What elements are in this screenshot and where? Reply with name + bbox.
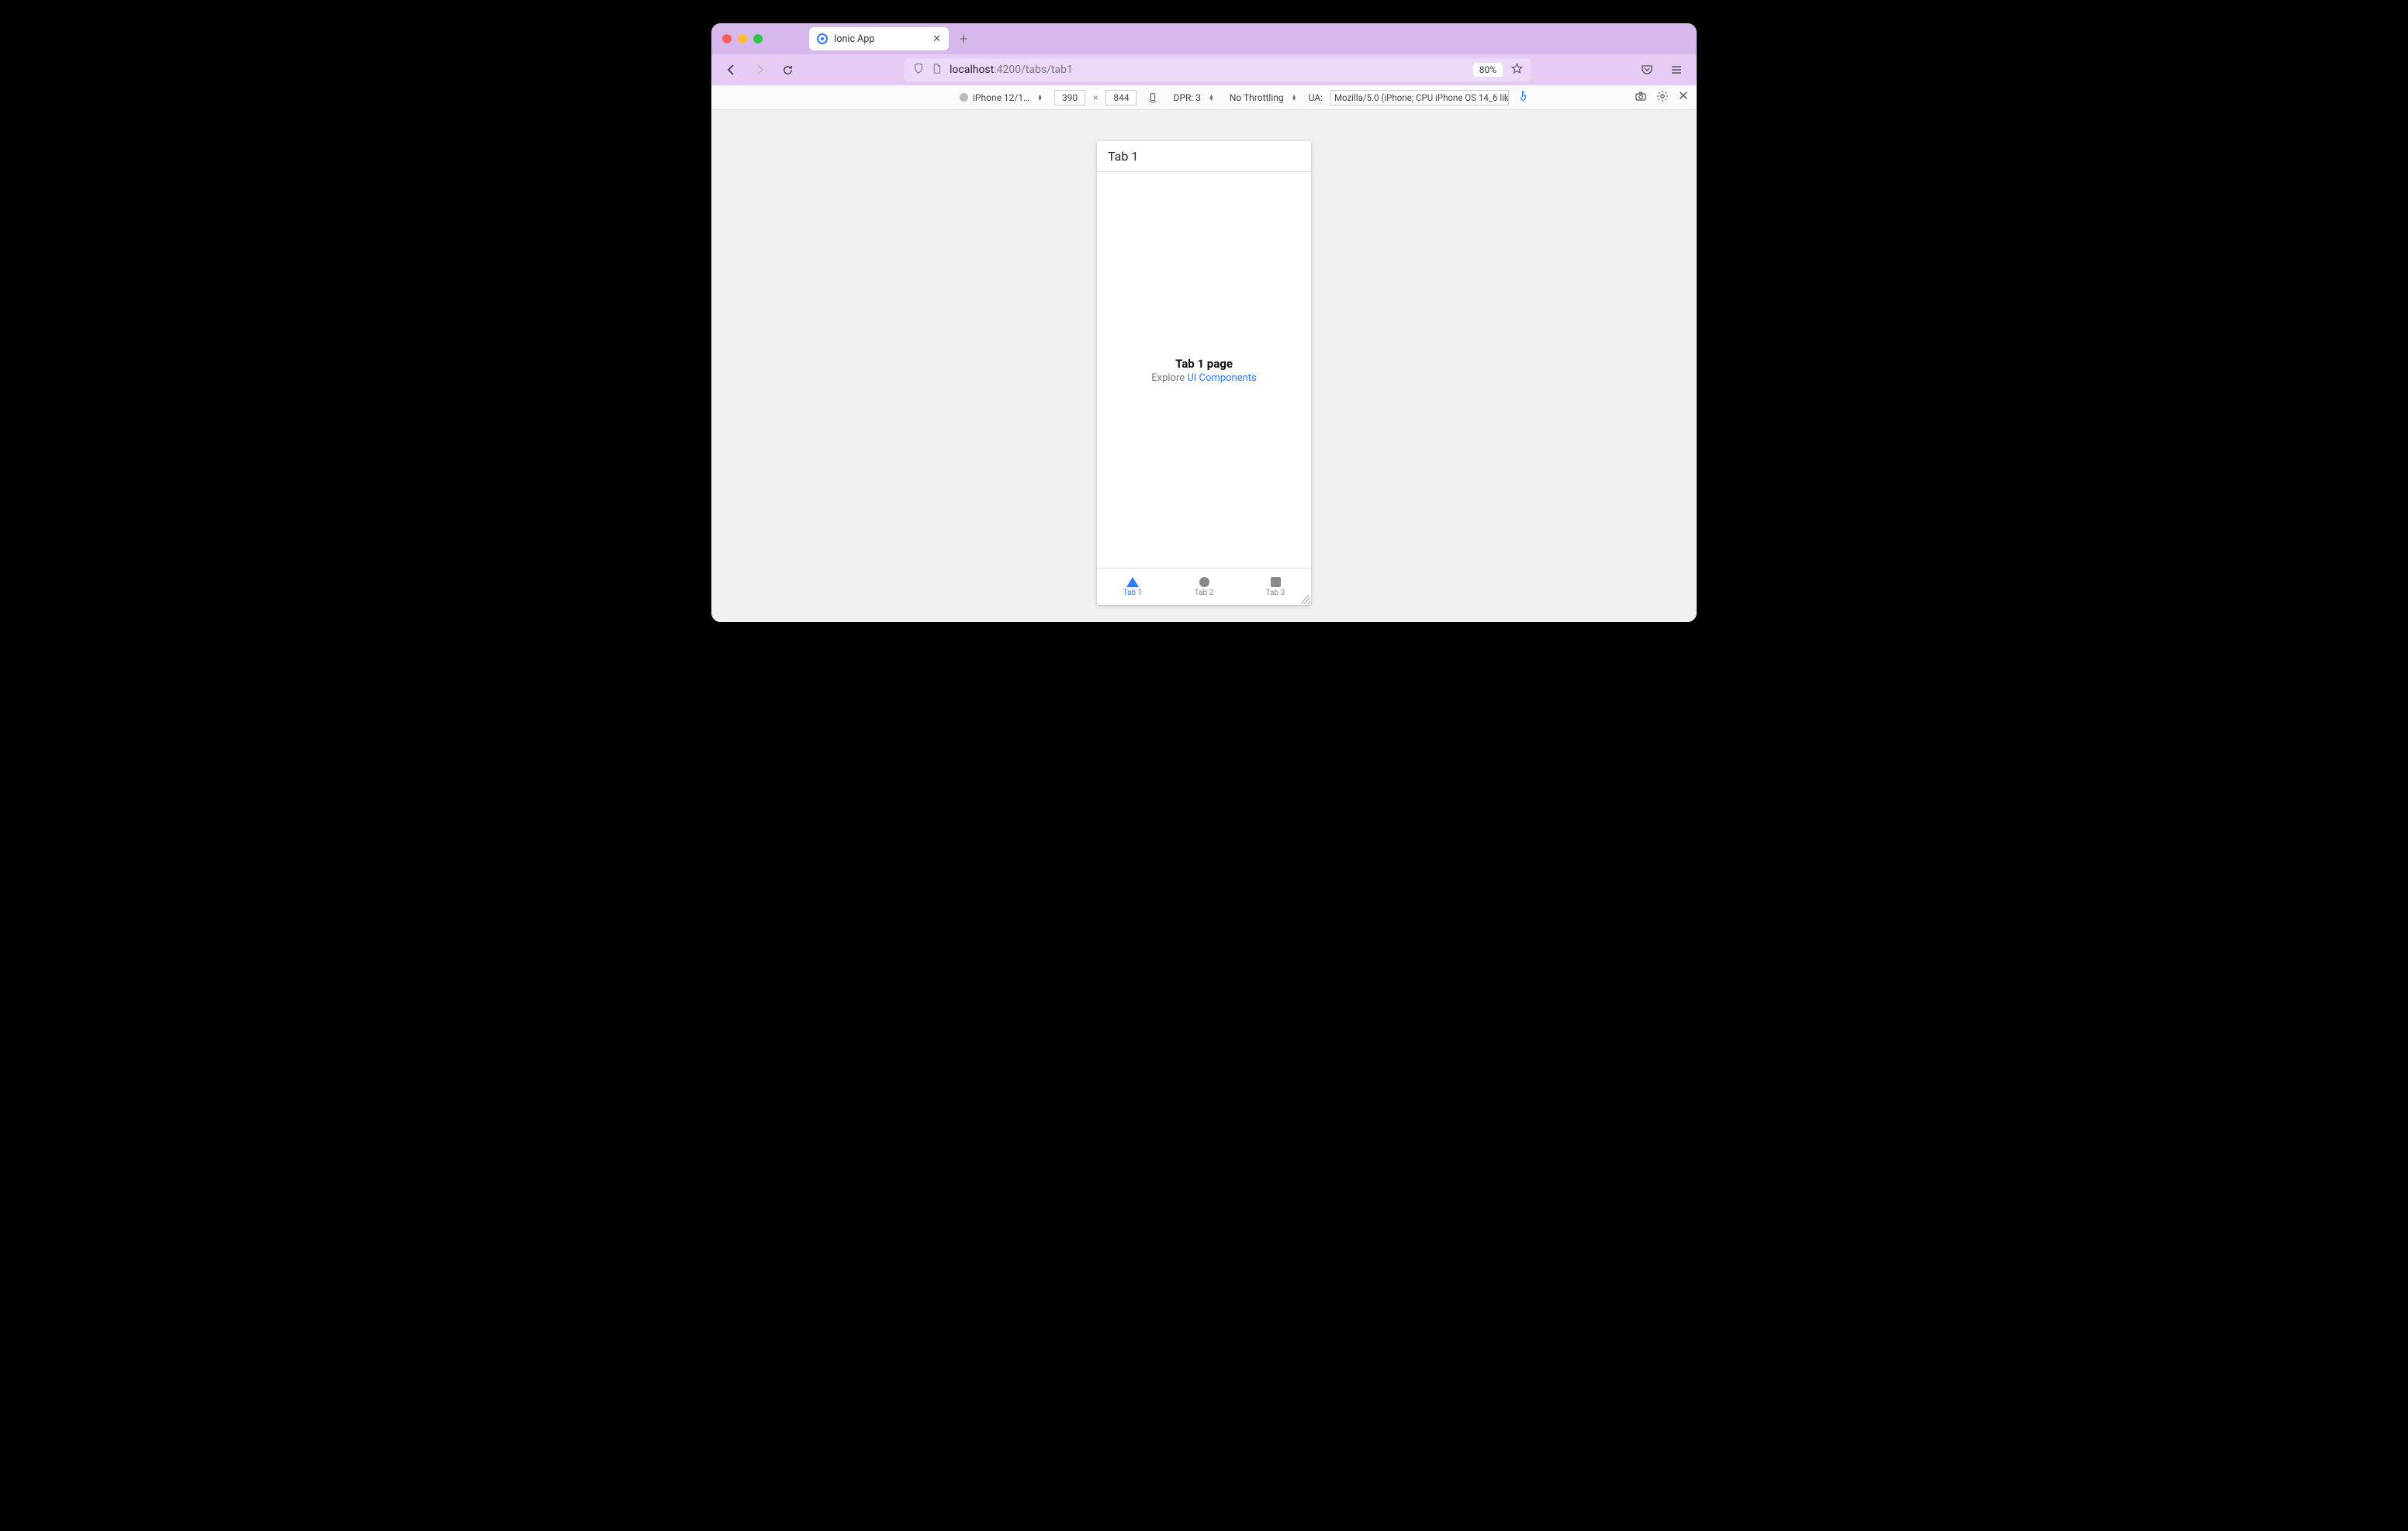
pocket-button[interactable] xyxy=(1635,57,1659,82)
minimize-window-button[interactable] xyxy=(738,34,747,43)
page-title: Tab 1 xyxy=(1108,149,1138,164)
circle-icon xyxy=(1199,577,1209,587)
reload-icon xyxy=(782,64,794,76)
pocket-icon xyxy=(1641,64,1653,76)
triangle-icon xyxy=(1126,577,1139,587)
page-heading: Tab 1 page xyxy=(1175,357,1233,371)
throttling-select[interactable]: No Throttling ▲▼ xyxy=(1226,90,1301,105)
user-agent-input[interactable]: Mozilla/5.0 (iPhone; CPU iPhone OS 14_6 … xyxy=(1330,90,1509,105)
ua-label: UA: xyxy=(1309,92,1323,103)
viewport-height-input[interactable]: 844 xyxy=(1105,90,1137,105)
ionic-favicon-icon xyxy=(817,33,828,44)
throttling-label: No Throttling xyxy=(1230,92,1284,103)
viewport-width-input[interactable]: 390 xyxy=(1054,90,1085,105)
resize-handle[interactable] xyxy=(1301,595,1310,604)
tab-label: Tab 3 xyxy=(1266,589,1285,597)
close-window-button[interactable] xyxy=(722,34,732,43)
device-status-icon xyxy=(960,93,968,102)
tab-1[interactable]: Tab 1 xyxy=(1097,569,1168,605)
ion-header: Tab 1 xyxy=(1097,141,1311,172)
hamburger-icon xyxy=(1670,64,1683,76)
explore-line: Explore UI Components xyxy=(1151,372,1257,384)
address-bar: localhost:4200/tabs/tab1 80% xyxy=(711,54,1697,85)
close-rd-button[interactable] xyxy=(1678,90,1689,105)
browser-tab-title: Ionic App xyxy=(834,33,874,45)
ion-content: Tab 1 page Explore UI Components xyxy=(1097,172,1311,568)
back-button[interactable] xyxy=(719,57,744,82)
tab-label: Tab 2 xyxy=(1195,589,1214,597)
close-tab-button[interactable]: ✕ xyxy=(932,33,941,45)
bookmark-star-icon[interactable] xyxy=(1511,63,1523,78)
dpr-label: DPR: 3 xyxy=(1173,92,1200,103)
arrow-right-icon xyxy=(753,64,766,76)
url-text: localhost:4200/tabs/tab1 xyxy=(950,64,1073,76)
window-controls xyxy=(722,34,763,43)
forward-button[interactable] xyxy=(747,57,772,82)
url-box[interactable]: localhost:4200/tabs/tab1 80% xyxy=(904,58,1531,81)
responsive-design-toolbar: iPhone 12/1… ▲▼ 390 × 844 DPR: 3 ▲▼ No T… xyxy=(711,85,1697,110)
touch-simulation-button[interactable] xyxy=(1517,90,1528,105)
device-name: iPhone 12/1… xyxy=(973,92,1029,103)
new-tab-button[interactable]: + xyxy=(960,31,967,47)
zoom-indicator[interactable]: 80% xyxy=(1473,63,1503,77)
rotate-icon xyxy=(1147,92,1158,103)
ion-tab-bar: Tab 1 Tab 2 Tab 3 xyxy=(1097,568,1311,605)
tab-2[interactable]: Tab 2 xyxy=(1168,569,1240,605)
rotate-button[interactable] xyxy=(1144,85,1161,110)
gear-icon xyxy=(1656,90,1669,102)
square-icon xyxy=(1271,577,1281,587)
browser-tab[interactable]: Ionic App ✕ xyxy=(809,27,949,50)
arrow-left-icon xyxy=(725,64,738,76)
ui-components-link[interactable]: UI Components xyxy=(1187,372,1256,384)
device-frame: Tab 1 Tab 1 page Explore UI Components T… xyxy=(1097,141,1311,605)
rd-settings-button[interactable] xyxy=(1656,90,1669,105)
app-menu-button[interactable] xyxy=(1664,57,1689,82)
tab-strip: Ionic App ✕ + xyxy=(711,23,1697,54)
touch-icon xyxy=(1517,90,1528,102)
camera-icon xyxy=(1635,90,1647,102)
browser-window: Ionic App ✕ + localhost:4200/tabs/tab1 8… xyxy=(711,23,1697,622)
shield-icon xyxy=(913,63,924,77)
maximize-window-button[interactable] xyxy=(753,34,763,43)
reload-button[interactable] xyxy=(775,57,800,82)
dimension-separator: × xyxy=(1093,92,1098,103)
close-icon xyxy=(1678,90,1689,101)
explore-prefix: Explore xyxy=(1151,372,1187,384)
page-icon xyxy=(932,64,942,77)
screenshot-button[interactable] xyxy=(1635,90,1647,105)
device-select[interactable]: iPhone 12/1… ▲▼ xyxy=(956,90,1047,105)
dpr-select[interactable]: DPR: 3 ▲▼ xyxy=(1169,90,1217,105)
viewport-area: Tab 1 Tab 1 page Explore UI Components T… xyxy=(711,110,1697,622)
tab-label: Tab 1 xyxy=(1123,589,1143,597)
